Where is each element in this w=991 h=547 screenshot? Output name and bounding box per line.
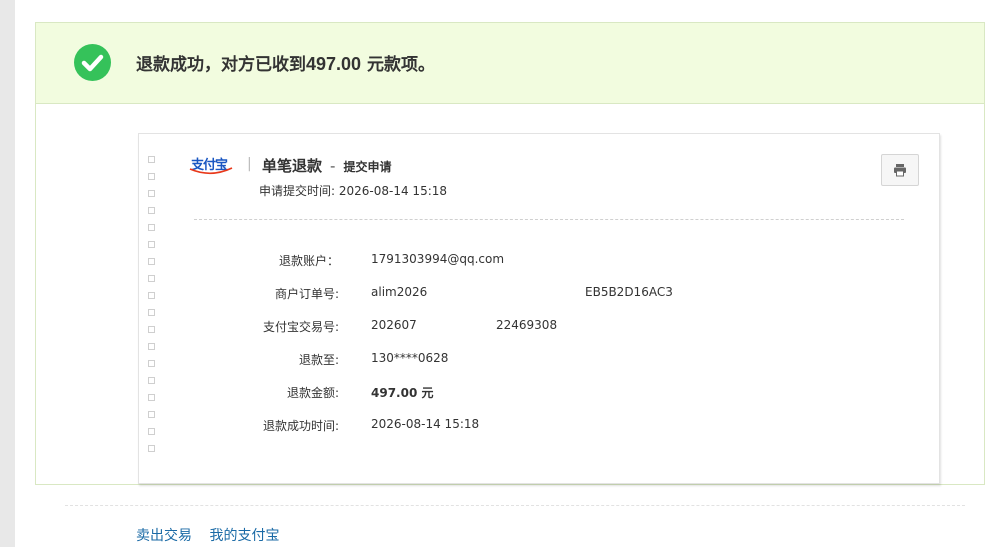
detail-row-success-time: 退款成功时间: 2026-08-14 15:18 xyxy=(139,417,939,433)
detail-label: 退款金额: xyxy=(286,386,339,400)
detail-value: 130****0628 xyxy=(371,351,449,365)
detail-label: 支付宝交易号: xyxy=(262,320,339,334)
detail-row-refund-to: 退款至: 130****0628 xyxy=(139,351,939,367)
link-sold-trades[interactable]: 卖出交易 xyxy=(136,528,192,544)
refund-receipt-card: 支付宝 | 单笔退款 - 提交申请 申请提交时间: 2026-08-14 15:18… xyxy=(138,133,940,484)
success-message-prefix: 退款成功，对方已收到 xyxy=(136,55,306,75)
title-separator: | xyxy=(247,156,252,172)
detail-value: 202607 xyxy=(371,318,417,332)
left-scroll-strip xyxy=(0,0,15,547)
card-title-dash: - xyxy=(330,157,336,175)
card-subtitle: 提交申请 xyxy=(343,160,392,174)
detail-label: 退款至: xyxy=(298,353,339,367)
detail-label: 退款账户： xyxy=(278,254,339,268)
refund-amount-highlight: 497.00 xyxy=(306,54,362,74)
detail-value: 1791303994@qq.com xyxy=(371,252,505,266)
submit-time: 申请提交时间: 2026-08-14 15:18 xyxy=(259,182,447,199)
refund-result-panel: 退款成功，对方已收到497.00 元款项。 支付宝 | 单笔退款 - 提交申请 申请… xyxy=(35,22,985,485)
card-title-main: 单笔退款 xyxy=(262,157,323,175)
success-message: 退款成功，对方已收到497.00 元款项。 xyxy=(136,50,435,75)
link-my-alipay[interactable]: 我的支付宝 xyxy=(209,528,279,544)
detail-row-trade-no: 支付宝交易号: 202607 22469308 xyxy=(139,318,939,334)
detail-value: alim2026 xyxy=(371,285,428,299)
detail-value: 497.00 元 xyxy=(371,386,434,400)
check-circle-icon xyxy=(74,44,111,81)
detail-label: 退款成功时间: xyxy=(262,419,339,433)
detail-value: 2026-08-14 15:18 xyxy=(371,417,480,431)
detail-row-merchant-order: 商户订单号: alim2026 EB5B2D16AC3 xyxy=(139,285,939,301)
submit-time-label: 申请提交时间: xyxy=(259,184,336,198)
submit-time-value: 2026-08-14 15:18 xyxy=(338,184,448,198)
detail-row-refund-amount: 退款金额: 497.00 元 xyxy=(139,384,939,400)
print-button[interactable] xyxy=(881,154,919,186)
card-title: 单笔退款 - 提交申请 xyxy=(262,155,391,176)
header-divider xyxy=(194,219,904,220)
success-banner: 退款成功，对方已收到497.00 元款项。 xyxy=(36,23,984,104)
printer-icon xyxy=(894,164,906,177)
detail-value-tail: 22469308 xyxy=(496,318,558,332)
detail-row-account: 退款账户： 1791303994@qq.com xyxy=(139,252,939,268)
detail-value-tail: EB5B2D16AC3 xyxy=(585,285,673,299)
success-message-suffix: 元款项。 xyxy=(361,55,435,75)
footer-links: 卖出交易 我的支付宝 xyxy=(136,525,292,545)
alipay-logo: 支付宝 xyxy=(189,154,233,178)
detail-label: 商户订单号: xyxy=(274,287,339,301)
footer-divider xyxy=(65,505,965,506)
